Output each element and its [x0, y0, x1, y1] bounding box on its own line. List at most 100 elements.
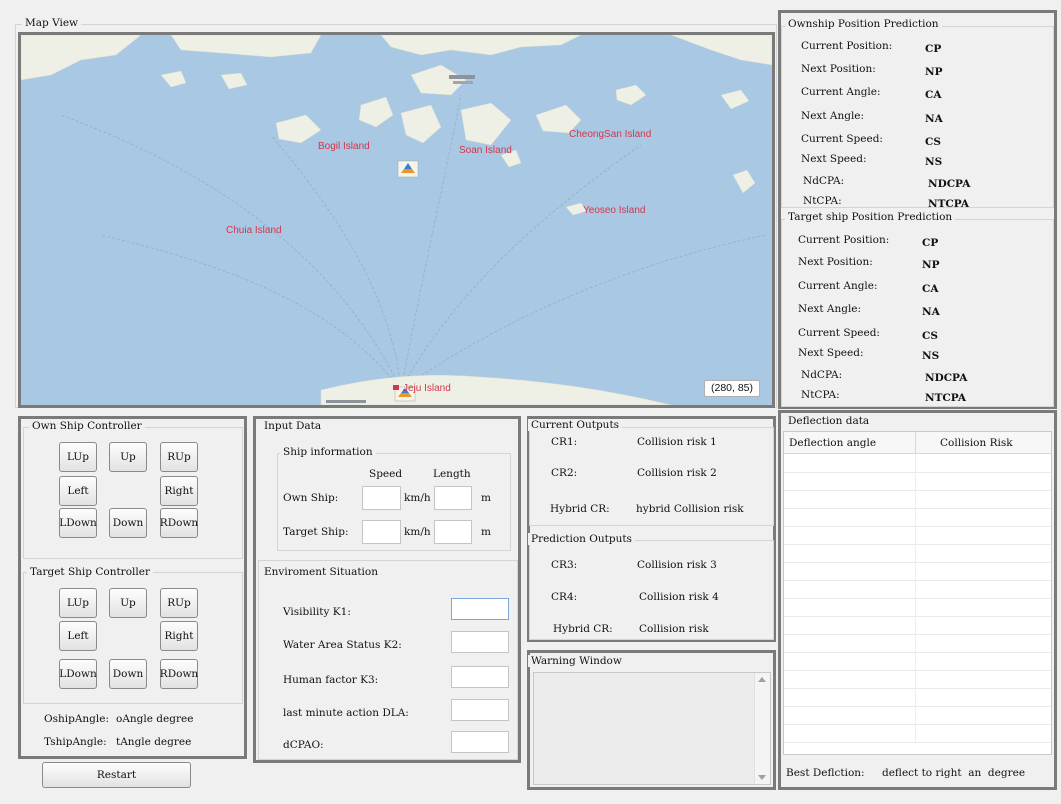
target_pred-label-7: NtCPA:	[801, 389, 840, 401]
own-length-input[interactable]	[434, 486, 472, 510]
ownship_pred-value-5: NS	[925, 156, 943, 168]
deflection-row[interactable]	[784, 580, 1051, 599]
own-up-button[interactable]: Up	[109, 442, 147, 472]
target-rdown-button[interactable]: RDown	[160, 659, 198, 689]
deflection-row[interactable]	[784, 706, 1051, 725]
own-right-button[interactable]: Right	[160, 476, 198, 506]
current_outputs-label-0: CR1:	[551, 436, 578, 448]
deflection-cell-divider	[915, 562, 916, 580]
prediction-outputs-title: Prediction Outputs	[528, 533, 635, 545]
deflection-row[interactable]	[784, 724, 1051, 743]
target-length-unit: m	[481, 526, 491, 538]
scroll-up-icon[interactable]	[758, 677, 766, 682]
tship-angle-value: tAngle degree	[116, 736, 192, 748]
ownship_pred-value-4: CS	[925, 136, 941, 148]
deflection-row[interactable]	[784, 544, 1051, 563]
length-header: Length	[433, 468, 471, 480]
own-down-button[interactable]: Down	[109, 508, 147, 538]
speed-header: Speed	[369, 468, 403, 480]
env-input-4[interactable]	[451, 731, 509, 753]
deflection-row[interactable]	[784, 508, 1051, 527]
deflection-row[interactable]	[784, 688, 1051, 707]
target-ldown-button[interactable]: LDown	[59, 659, 97, 689]
env-label-2: Human factor K3:	[283, 674, 379, 686]
own-rdown-button[interactable]: RDown	[160, 508, 198, 538]
target-left-button[interactable]: Left	[59, 621, 97, 651]
deflection-cell-divider	[915, 490, 916, 508]
target_pred-label-3: Next Angle:	[798, 303, 862, 315]
ownship_pred-label-1: Next Position:	[801, 63, 876, 75]
ownship_pred-value-1: NP	[925, 66, 943, 78]
target-ship-controller-title: Target Ship Controller	[27, 566, 153, 578]
oship-angle-value: oAngle degree	[116, 713, 194, 725]
own-ldown-button[interactable]: LDown	[59, 508, 97, 538]
own-lup-button[interactable]: LUp	[59, 442, 97, 472]
target-lup-button[interactable]: LUp	[59, 588, 97, 618]
own-left-button[interactable]: Left	[59, 476, 97, 506]
col-collision-risk[interactable]: Collision Risk	[940, 437, 1013, 449]
deflection-cell-divider	[915, 634, 916, 652]
target-speed-input[interactable]	[362, 520, 401, 544]
deflection-row[interactable]	[784, 598, 1051, 617]
map-label-jeju: Jeju Island	[403, 383, 451, 394]
deflection-cell-divider	[915, 616, 916, 634]
target-length-input[interactable]	[434, 520, 472, 544]
deflection-table[interactable]: Deflection angle Collision Risk	[783, 431, 1052, 755]
col-divider	[915, 432, 916, 454]
target_pred-value-5: NS	[922, 350, 940, 362]
map-label-soan: Soan Island	[459, 145, 512, 156]
environment-group	[258, 560, 518, 760]
own-rup-button[interactable]: RUp	[160, 442, 198, 472]
target-down-button[interactable]: Down	[109, 659, 147, 689]
deflection-title: Deflection data	[785, 415, 873, 427]
deflection-row[interactable]	[784, 472, 1051, 491]
deflection-cell-divider	[915, 544, 916, 562]
deflection-row[interactable]	[784, 652, 1051, 671]
scroll-down-icon[interactable]	[758, 775, 766, 780]
env-input-0[interactable]	[451, 598, 509, 620]
own-length-unit: m	[481, 492, 491, 504]
ownship_pred-label-3: Next Angle:	[801, 110, 865, 122]
deflection-row[interactable]	[784, 454, 1051, 473]
deflection-row[interactable]	[784, 490, 1051, 509]
deflection-cell-divider	[915, 688, 916, 706]
restart-button[interactable]: Restart	[42, 762, 191, 788]
ownship-prediction-title: Ownship Position Prediction	[785, 18, 942, 30]
ownship_pred-value-7: NTCPA	[928, 198, 970, 210]
tship-angle-label: TshipAngle:	[44, 736, 107, 748]
ownship_pred-label-6: NdCPA:	[803, 175, 845, 187]
deflection-row[interactable]	[784, 562, 1051, 581]
env-input-3[interactable]	[451, 699, 509, 721]
ownship_pred-value-3: NA	[925, 113, 943, 125]
target_pred-value-4: CS	[922, 330, 938, 342]
map-graphic	[21, 35, 772, 405]
col-deflection-angle[interactable]: Deflection angle	[789, 437, 876, 449]
env-input-1[interactable]	[451, 631, 509, 653]
own-speed-input[interactable]	[362, 486, 401, 510]
deflection-row[interactable]	[784, 616, 1051, 635]
target_pred-value-2: CA	[922, 283, 939, 295]
deflection-row[interactable]	[784, 634, 1051, 653]
env-label-1: Water Area Status K2:	[283, 639, 402, 651]
warning-scrollbar[interactable]	[754, 673, 770, 784]
best-deflection-label: Best Deflction:	[786, 767, 865, 779]
target-right-button[interactable]: Right	[160, 621, 198, 651]
warning-textarea[interactable]	[533, 672, 771, 785]
deflection-cell-divider	[915, 598, 916, 616]
deflection-cell-divider	[915, 706, 916, 724]
deflection-row[interactable]	[784, 526, 1051, 545]
current_outputs-label-1: CR2:	[551, 467, 578, 479]
map-canvas[interactable]: Bogil Island Soan Island CheongSan Islan…	[18, 32, 775, 408]
own-ship-label: Own Ship:	[283, 492, 339, 504]
target_pred-label-1: Next Position:	[798, 256, 873, 268]
own-speed-unit: km/h	[404, 492, 431, 504]
env-label-0: Visibility K1:	[283, 606, 351, 618]
current_outputs-value-1: Collision risk 2	[637, 467, 717, 479]
target-rup-button[interactable]: RUp	[160, 588, 198, 618]
target_pred-label-5: Next Speed:	[798, 347, 864, 359]
deflection-row[interactable]	[784, 670, 1051, 689]
ownship_pred-value-0: CP	[925, 43, 942, 55]
own-ship-controller-title: Own Ship Controller	[29, 420, 145, 432]
env-input-2[interactable]	[451, 666, 509, 688]
target-up-button[interactable]: Up	[109, 588, 147, 618]
